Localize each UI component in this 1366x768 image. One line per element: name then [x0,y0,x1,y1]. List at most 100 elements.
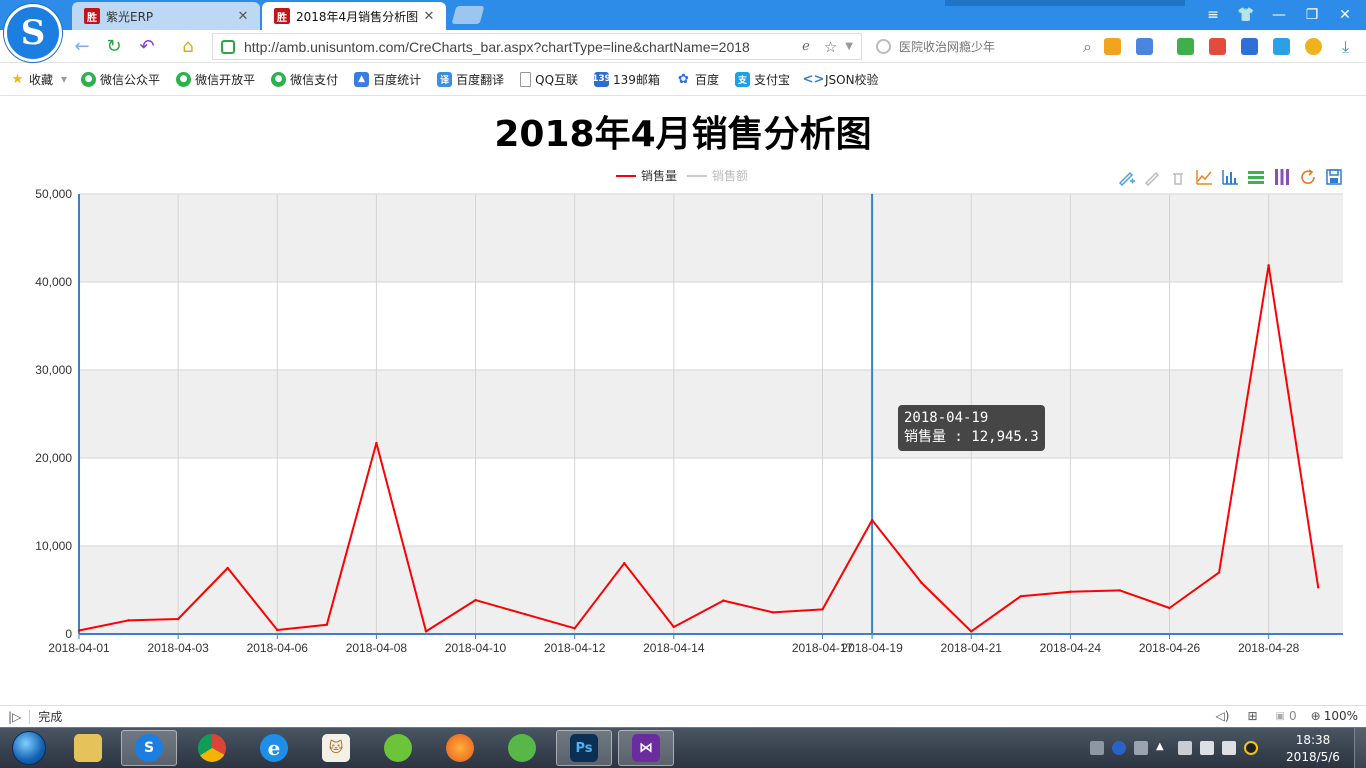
line-chart-icon[interactable] [1194,167,1214,187]
bookmark-item[interactable]: ★ 收藏 ▾ [10,71,67,88]
tab-sales-chart[interactable]: 胜 2018年4月销售分析图 ✕ [262,2,446,30]
taskbar-ie[interactable]: e [246,730,302,766]
taskbar-chrome[interactable] [184,730,240,766]
input-method-icon[interactable] [1134,741,1148,755]
zoom-level[interactable]: 100% [1324,709,1358,723]
data-point [77,629,81,632]
bookmark-label: 微信支付 [290,72,339,87]
sidebar-toggle-icon[interactable]: |▷ [8,710,21,724]
taskbar-tomcat[interactable]: 🐱 [308,730,364,766]
legend-item-sales-volume[interactable]: 销售量 [616,167,677,184]
skin-icon[interactable]: 👕 [1236,6,1256,24]
data-point [1267,264,1270,267]
download-icon[interactable]: ⤓ [1337,37,1354,56]
bookmark-label: 百度 [694,72,719,87]
x-tick-label: 2018-04-01 [48,641,110,655]
download-manager-icon[interactable]: ⊞ [1247,709,1257,723]
extension-icon[interactable] [1104,38,1121,55]
game-icon[interactable] [1177,38,1194,55]
ie-mode-icon[interactable]: ℯ [802,39,810,54]
bookmark-item[interactable]: <> JSON校验 [803,71,879,88]
url-text[interactable]: http://amb.unisuntom.com/CreCharts_bar.a… [244,39,796,55]
bookmark-item[interactable]: 支支付宝 [734,71,790,88]
x-tick-label: 2018-04-19 [841,641,903,655]
search-box[interactable]: ⌕ [868,33,1092,60]
mark-pen-icon[interactable] [1116,167,1136,187]
data-point [573,627,576,630]
chart-icon: ▲ [354,71,370,87]
volume-icon[interactable]: ◁) [1216,709,1230,723]
taskbar-network-app[interactable] [494,730,550,766]
menu-icon[interactable]: ≡ [1203,6,1223,24]
new-tab-button[interactable] [451,6,485,24]
mark-clear-icon[interactable] [1168,167,1188,187]
chrome-icon [198,734,226,762]
tray-expand-icon[interactable]: ▲ [1156,741,1170,755]
legend-item-sales-amount[interactable]: 销售额 [687,167,748,184]
bookmark-item[interactable]: ✿ 百度 [676,71,719,88]
data-point [523,613,527,616]
taskbar-firefox[interactable] [432,730,488,766]
close-icon[interactable]: ✕ [422,9,436,24]
windows-logo-icon [12,731,46,765]
photoshop-icon: Ps [570,734,598,762]
scissors-icon[interactable] [1136,38,1153,55]
bookmark-item[interactable]: ● 微信开放平 [176,71,255,88]
star-icon: ★ [11,71,24,87]
undo-icon[interactable]: ↶ [135,35,159,57]
weibo-icon[interactable] [1209,38,1226,55]
usb-icon[interactable] [1178,741,1192,755]
security-shield-icon[interactable] [1241,38,1258,55]
chart-tooltip: 2018-04-19 销售量 : 12,945.3 [898,405,1045,451]
browser-logo[interactable]: S [4,4,62,62]
minimize-icon[interactable]: — [1269,6,1289,24]
search-input[interactable] [899,39,1069,54]
keyboard-icon[interactable] [1090,741,1104,755]
address-bar[interactable]: http://amb.unisuntom.com/CreCharts_bar.a… [212,33,862,60]
stack-icon[interactable] [1246,167,1266,187]
more-icon[interactable] [1305,38,1322,55]
taskbar-visual-studio[interactable]: ⋈ [618,730,674,766]
save-image-icon[interactable] [1324,167,1344,187]
mark-undo-icon[interactable] [1142,167,1162,187]
network-signal-icon[interactable] [1200,741,1214,755]
close-window-icon[interactable]: ✕ [1335,6,1355,24]
tab-erp[interactable]: 胜 紫光ERP ✕ [72,2,260,30]
tab-label: 2018年4月销售分析图 [296,9,419,24]
restore-icon[interactable] [1298,167,1318,187]
back-arrow-icon[interactable]: ← [70,35,94,57]
data-point [1069,590,1072,593]
bookmark-item[interactable]: ▲ 百度统计 [354,71,421,88]
clock[interactable]: 18:38 2018/5/6 [1278,732,1348,766]
taskbar-sogou-browser[interactable]: S [121,730,177,766]
bookmark-item[interactable]: 139 139邮箱 [592,71,660,88]
sales-line-chart[interactable]: 0 10,000 20,000 30,000 40,000 50,000 2018-04-0… [0,185,1366,665]
zoom-icon[interactable]: ⊕ [1311,709,1321,723]
home-icon[interactable]: ⌂ [176,35,200,57]
chevron-down-icon[interactable]: ▾ [61,72,67,86]
chevron-down-icon[interactable]: ▼ [845,41,853,52]
restore-icon[interactable]: ❐ [1302,6,1322,24]
adblock-icon[interactable]: ▣ [1276,711,1285,722]
show-desktop-button[interactable] [1354,728,1366,768]
close-icon[interactable]: ✕ [236,9,250,24]
start-button[interactable] [4,729,54,767]
bookmark-item[interactable]: ● 微信支付 [271,71,338,88]
refresh-icon[interactable]: ↻ [102,35,126,57]
taskbar-app-green[interactable] [370,730,426,766]
star-icon[interactable]: ☆ [824,38,837,56]
search-icon[interactable]: ⌕ [1083,37,1092,57]
bookmark-item[interactable]: ● 微信公众平 [81,71,160,88]
speaker-icon[interactable] [1222,741,1236,755]
search-engine-icon[interactable] [876,39,891,54]
taskbar-explorer[interactable] [60,730,116,766]
taskbar-photoshop[interactable]: Ps [556,730,612,766]
qq-icon[interactable] [1244,741,1258,755]
tiled-icon[interactable] [1272,167,1292,187]
bar-chart-icon[interactable] [1220,167,1240,187]
bookmark-item[interactable]: QQ互联 [520,71,578,88]
help-icon[interactable] [1112,741,1126,755]
screenshot-icon[interactable] [1273,38,1290,55]
bookmark-item[interactable]: 译百度翻译 [437,71,504,88]
bookmark-label: 收藏 [29,72,54,87]
